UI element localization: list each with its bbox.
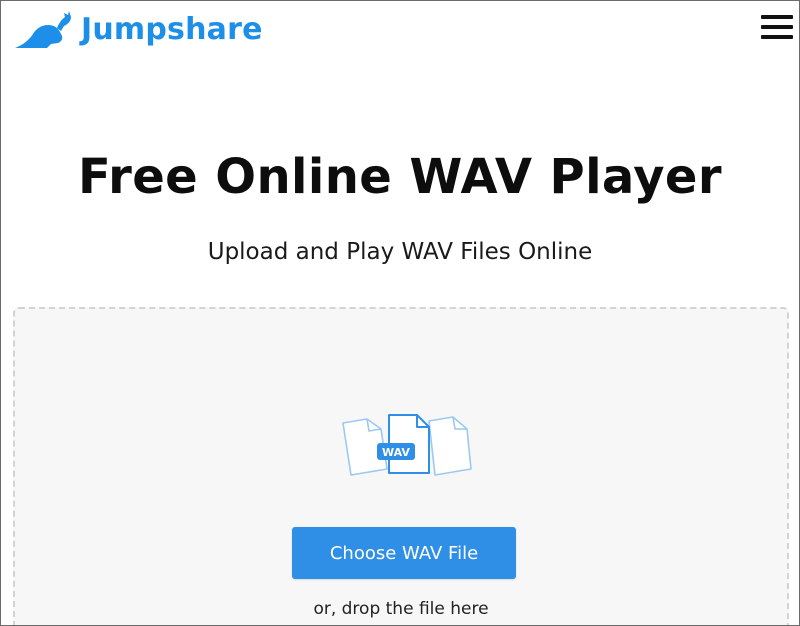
upload-dropzone[interactable]: WAV Choose WAV File or, drop the file he… <box>13 307 789 625</box>
page-subtitle: Upload and Play WAV Files Online <box>207 239 593 265</box>
wav-badge: WAV <box>382 446 410 459</box>
page-title: Free Online WAV Player <box>78 149 722 205</box>
logo-text: Jumpshare <box>81 11 263 47</box>
wav-files-icon: WAV <box>342 414 472 476</box>
page: Jumpshare Free Online WAV Player Upload … <box>0 0 800 626</box>
hamburger-menu-icon[interactable] <box>761 15 793 41</box>
choose-wav-file-button[interactable]: Choose WAV File <box>292 527 516 579</box>
site-header: Jumpshare <box>1 1 799 63</box>
kangaroo-icon <box>15 11 71 48</box>
jumpshare-logo[interactable]: Jumpshare <box>13 9 263 49</box>
drop-hint-text: or, drop the file here <box>313 599 489 619</box>
